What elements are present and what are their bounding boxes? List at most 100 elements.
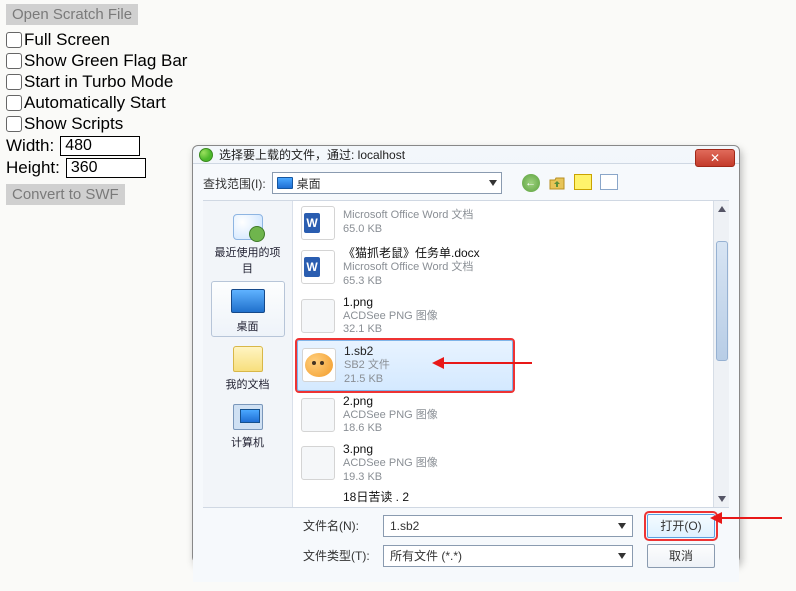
scrollbar[interactable]	[713, 201, 729, 507]
checkbox-show-scripts[interactable]: Show Scripts	[6, 114, 226, 134]
file-size: 65.3 KB	[343, 275, 480, 289]
filetype-value: 所有文件 (*.*)	[390, 547, 462, 564]
file-size: 65.0 KB	[343, 223, 473, 237]
height-label: Height:	[6, 158, 60, 178]
open-button[interactable]: 打开(O)	[647, 514, 715, 538]
cancel-button[interactable]: 取消	[647, 544, 715, 568]
sb2-file-icon	[302, 348, 336, 382]
scroll-thumb[interactable]	[716, 241, 728, 361]
places-sidebar: 最近使用的项目 桌面 我的文档 计算机	[203, 201, 293, 507]
file-name: 1.png	[343, 295, 438, 310]
sidebar-item-desktop[interactable]: 桌面	[211, 281, 285, 337]
checkbox-icon	[6, 53, 22, 69]
lookin-value: 桌面	[297, 175, 321, 192]
new-folder-icon[interactable]	[574, 174, 592, 190]
checkbox-label: Show Green Flag Bar	[24, 51, 187, 71]
file-name: 1.sb2	[344, 344, 390, 359]
scroll-down-icon[interactable]	[714, 491, 729, 507]
file-size: 32.1 KB	[343, 323, 438, 337]
file-row[interactable]: 3.pngACDSee PNG 图像19.3 KB	[297, 439, 725, 488]
open-scratch-button[interactable]: Open Scratch File	[6, 4, 138, 25]
lookin-combo[interactable]: 桌面	[272, 172, 502, 194]
sidebar-item-label: 最近使用的项目	[215, 247, 281, 275]
checkbox-icon	[6, 95, 22, 111]
file-type: ACDSee PNG 图像	[343, 457, 438, 471]
chevron-down-icon	[618, 553, 626, 559]
filename-value: 1.sb2	[390, 519, 419, 533]
file-size: 21.5 KB	[344, 373, 390, 387]
sidebar-item-computer[interactable]: 计算机	[211, 397, 285, 453]
word-file-icon	[301, 250, 335, 284]
checkbox-icon	[6, 116, 22, 132]
file-row[interactable]: 《猫抓老鼠》任务单.docxMicrosoft Office Word 文档65…	[297, 243, 725, 292]
file-type: SB2 文件	[344, 359, 390, 373]
file-open-dialog: 选择要上载的文件，通过: localhost ✕ 查找范围(I): 桌面 ← 最…	[192, 145, 740, 563]
filetype-row: 文件类型(T): 所有文件 (*.*) 取消	[303, 544, 721, 568]
file-browser: 最近使用的项目 桌面 我的文档 计算机 Microsoft Office Wor…	[203, 200, 729, 508]
width-input[interactable]: 480	[60, 136, 140, 156]
dialog-body: 查找范围(I): 桌面 ← 最近使用的项目 桌面 我的文档 计算机 Micr	[193, 163, 739, 582]
file-row[interactable]: Microsoft Office Word 文档65.0 KB	[297, 203, 725, 243]
file-type: Microsoft Office Word 文档	[343, 209, 473, 223]
checkbox-icon	[6, 74, 22, 90]
filename-row: 文件名(N): 1.sb2 打开(O)	[303, 514, 721, 538]
file-row[interactable]: 2.pngACDSee PNG 图像18.6 KB	[297, 391, 725, 440]
file-name: 2.png	[343, 394, 438, 409]
file-info: 《猫抓老鼠》任务单.docxMicrosoft Office Word 文档65…	[343, 246, 480, 289]
sidebar-item-label: 我的文档	[226, 379, 270, 391]
sidebar-item-label: 计算机	[231, 437, 264, 449]
file-name: 3.png	[343, 442, 438, 457]
sidebar-item-label: 桌面	[237, 321, 259, 333]
file-info: Microsoft Office Word 文档65.0 KB	[343, 209, 473, 237]
file-info: 3.pngACDSee PNG 图像19.3 KB	[343, 442, 438, 485]
file-info: 1.pngACDSee PNG 图像32.1 KB	[343, 295, 438, 338]
dialog-title: 选择要上载的文件，通过: localhost	[219, 146, 405, 163]
file-type: ACDSee PNG 图像	[343, 409, 438, 423]
scroll-up-icon[interactable]	[714, 201, 729, 217]
close-button[interactable]: ✕	[695, 149, 735, 167]
checkbox-label: Show Scripts	[24, 114, 123, 134]
sidebar-item-documents[interactable]: 我的文档	[211, 339, 285, 395]
height-input[interactable]: 360	[66, 158, 146, 178]
sidebar-item-recent[interactable]: 最近使用的项目	[211, 207, 285, 279]
lookin-row: 查找范围(I): 桌面 ←	[203, 170, 729, 200]
file-type: Microsoft Office Word 文档	[343, 261, 480, 275]
checkbox-green-flag[interactable]: Show Green Flag Bar	[6, 51, 226, 71]
png-file-icon	[301, 446, 335, 480]
file-info: 2.pngACDSee PNG 图像18.6 KB	[343, 394, 438, 437]
file-info: 1.sb2SB2 文件21.5 KB	[344, 344, 390, 387]
png-file-icon	[301, 398, 335, 432]
annotation-arrow-icon	[720, 517, 782, 519]
filename-label: 文件名(N):	[303, 517, 375, 534]
up-folder-icon[interactable]	[548, 174, 566, 192]
checkbox-auto-start[interactable]: Automatically Start	[6, 93, 226, 113]
dialog-titlebar: 选择要上载的文件，通过: localhost ✕	[193, 146, 739, 163]
filetype-label: 文件类型(T):	[303, 547, 375, 564]
checkbox-label: Automatically Start	[24, 93, 166, 113]
lookin-label: 查找范围(I):	[203, 175, 266, 192]
dialog-footer: 文件名(N): 1.sb2 打开(O) 文件类型(T): 所有文件 (*.*) …	[203, 508, 729, 572]
filename-combo[interactable]: 1.sb2	[383, 515, 633, 537]
checkbox-icon	[6, 32, 22, 48]
checkbox-label: Start in Turbo Mode	[24, 72, 173, 92]
png-file-icon	[301, 299, 335, 333]
file-row[interactable]: 1.pngACDSee PNG 图像32.1 KB	[297, 292, 725, 341]
view-menu-icon[interactable]	[600, 174, 618, 190]
annotation-arrow-icon	[442, 362, 532, 364]
file-size: 19.3 KB	[343, 471, 438, 485]
back-icon[interactable]: ←	[522, 174, 540, 192]
checkbox-full-screen[interactable]: Full Screen	[6, 30, 226, 50]
file-row[interactable]: 1.sb2SB2 文件21.5 KB	[297, 340, 513, 391]
cutoff-row: 18日苦读 . 2	[297, 488, 725, 505]
checkbox-turbo[interactable]: Start in Turbo Mode	[6, 72, 226, 92]
filetype-combo[interactable]: 所有文件 (*.*)	[383, 545, 633, 567]
checkbox-label: Full Screen	[24, 30, 110, 50]
convert-swf-button[interactable]: Convert to SWF	[6, 184, 125, 205]
file-size: 18.6 KB	[343, 422, 438, 436]
file-name: 《猫抓老鼠》任务单.docx	[343, 246, 480, 261]
file-type: ACDSee PNG 图像	[343, 310, 438, 324]
browser-icon	[199, 148, 213, 162]
chevron-down-icon	[618, 523, 626, 529]
file-list[interactable]: Microsoft Office Word 文档65.0 KB《猫抓老鼠》任务单…	[293, 201, 729, 507]
chevron-down-icon	[489, 180, 497, 186]
